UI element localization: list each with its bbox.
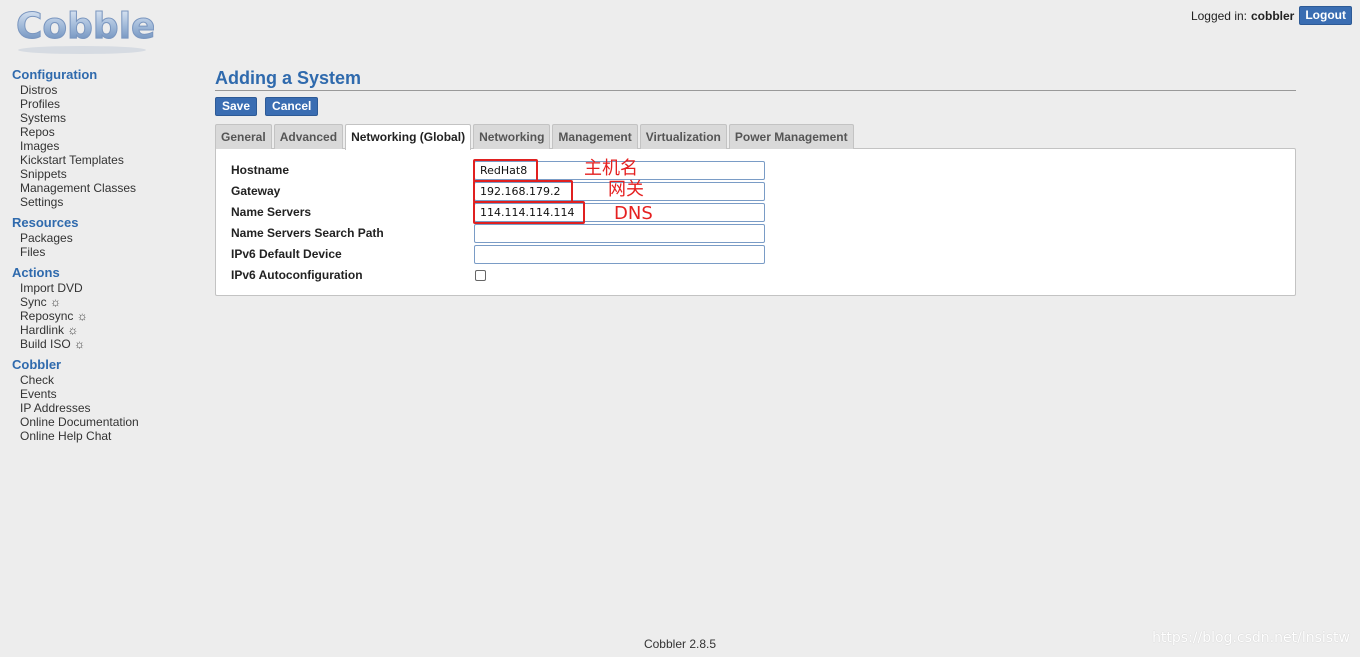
tab-bar: General Advanced Networking (Global) Net… [215,124,1296,150]
ipv6-device-label: IPv6 Default Device [231,247,342,261]
sidebar-item-reposync[interactable]: Reposync ☼ [20,309,192,323]
page-title: Adding a System [215,66,1296,91]
sidebar-item-online-help-chat[interactable]: Online Help Chat [20,429,192,443]
cobbler-logo: Cobbler [14,6,154,58]
sidebar-section-actions: Actions Import DVD Sync ☼ Reposync ☼ Har… [12,264,192,351]
sidebar-item-snippets[interactable]: Snippets [20,167,192,181]
tab-management[interactable]: Management [552,124,638,149]
hostname-label: Hostname [231,163,290,177]
search-path-row: Name Servers Search Path [231,223,765,243]
name-servers-value: 114.114.114.114 [480,205,575,219]
gateway-label: Gateway [231,184,281,198]
sidebar-item-profiles[interactable]: Profiles [20,97,192,111]
gateway-row: Gateway 192.168.179.2 [231,179,765,203]
ipv6-autoconf-checkbox[interactable] [475,269,486,281]
sidebar-item-repos[interactable]: Repos [20,125,192,139]
sidebar-item-images[interactable]: Images [20,139,192,153]
tab-networking-global[interactable]: Networking (Global) [345,124,472,150]
sidebar-heading[interactable]: Cobbler [12,356,192,373]
tab-virtualization[interactable]: Virtualization [639,124,727,149]
sidebar-item-systems[interactable]: Systems [20,111,192,125]
name-servers-row: Name Servers 114.114.114.114 [231,200,765,224]
ipv6-autoconf-label: IPv6 Autoconfiguration [231,268,363,282]
gateway-value: 192.168.179.2 [480,184,561,198]
sidebar-heading[interactable]: Configuration [12,66,192,83]
search-path-label: Name Servers Search Path [231,226,384,240]
search-path-value [477,227,480,240]
sidebar-heading[interactable]: Resources [12,214,192,231]
save-button[interactable]: Save [215,97,258,116]
logout-button[interactable]: Logout [1299,6,1352,25]
ipv6-device-input[interactable] [474,244,765,264]
ipv6-autoconf-row: IPv6 Autoconfiguration [231,265,486,285]
sidebar-item-files[interactable]: Files [20,245,192,259]
dns-annotation: DNS [614,203,653,224]
sidebar-item-build-iso[interactable]: Build ISO ☼ [20,337,192,351]
sidebar-item-kickstart-templates[interactable]: Kickstart Templates [20,153,192,167]
svg-text:Cobbler: Cobbler [16,6,154,47]
hostname-value: RedHat8 [480,163,528,177]
sidebar-item-events[interactable]: Events [20,387,192,401]
cancel-button[interactable]: Cancel [265,97,319,116]
sidebar-item-ip-addresses[interactable]: IP Addresses [20,401,192,415]
tab-general[interactable]: General [215,124,272,149]
sidebar-item-check[interactable]: Check [20,373,192,387]
main-content: Adding a System Save Cancel General Adva… [215,66,1296,297]
ipv6-device-row: IPv6 Default Device [231,244,765,264]
watermark: https://blog.csdn.net/lnsistw [1152,630,1350,646]
name-servers-label: Name Servers [231,205,312,219]
sidebar-section-cobbler: Cobbler Check Events IP Addresses Online… [12,356,192,443]
logged-in-label: Logged in: [1190,8,1247,23]
sidebar-item-sync[interactable]: Sync ☼ [20,295,192,309]
hostname-annotation: 主机名 [584,158,638,179]
login-status: Logged in: cobbler Logout [1191,6,1352,25]
sidebar-item-import-dvd[interactable]: Import DVD [20,281,192,295]
tab-networking[interactable]: Networking [473,124,551,149]
hostname-row: Hostname RedHat8 [231,158,765,182]
sidebar-item-distros[interactable]: Distros [20,83,192,97]
tab-power-management[interactable]: Power Management [728,124,854,149]
tab-advanced[interactable]: Advanced [273,124,344,149]
form-actions: Save Cancel [215,97,1296,116]
sidebar-item-hardlink[interactable]: Hardlink ☼ [20,323,192,337]
search-path-input[interactable] [474,223,765,243]
sidebar-item-settings[interactable]: Settings [20,195,192,209]
networking-global-panel: Hostname RedHat8 主机名 Gateway 192.168.179… [215,148,1296,296]
sidebar: Configuration Distros Profiles Systems R… [12,66,192,448]
sidebar-heading[interactable]: Actions [12,264,192,281]
sidebar-section-configuration: Configuration Distros Profiles Systems R… [12,66,192,209]
username: cobbler [1251,8,1295,23]
sidebar-item-packages[interactable]: Packages [20,231,192,245]
ipv6-device-value [477,248,480,261]
gateway-annotation: 网关 [608,179,644,200]
sidebar-item-online-documentation[interactable]: Online Documentation [20,415,192,429]
sidebar-section-resources: Resources Packages Files [12,214,192,259]
sidebar-item-management-classes[interactable]: Management Classes [20,181,192,195]
